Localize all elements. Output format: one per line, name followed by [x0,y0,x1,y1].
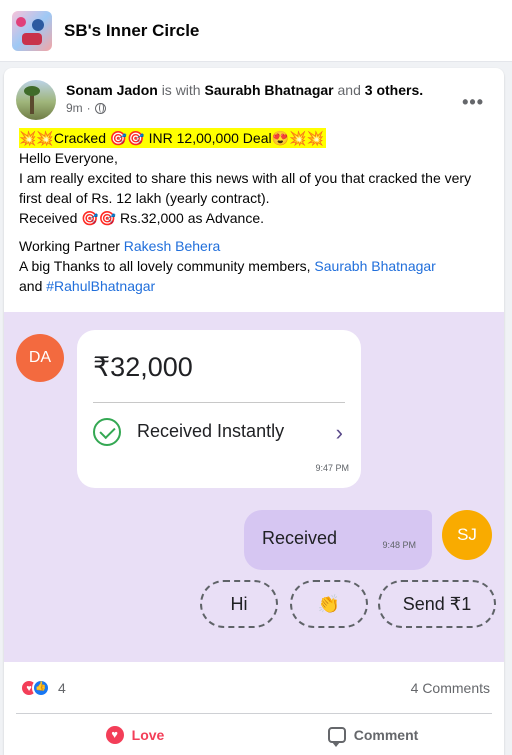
like-reaction-icon[interactable] [32,679,50,697]
reply-time: 9:48 PM [382,540,416,550]
group-header: SB's Inner Circle [0,0,512,62]
check-circle-icon [93,418,121,446]
post-image[interactable]: DA ₹32,000 Received Instantly › 9:47 PM … [4,312,504,662]
author-avatar[interactable] [16,80,56,120]
comment-icon [327,726,346,747]
chevron-right-icon: › [335,420,343,445]
quick-reply-chip: 👏 [290,580,368,628]
is-with-text: is with [161,82,201,98]
post-line-hashtag: and #RahulBhatnagar [19,278,156,294]
reaction-count[interactable]: 4 [58,680,66,696]
post-line-news: I am really excited to share this news w… [19,170,472,206]
post-header: Sonam Jadon is with Saurabh Bhatnagar an… [16,80,423,120]
globe-icon [94,102,106,114]
quick-reply-chip: Send ₹1 [378,580,496,628]
reply-text: Received [262,528,338,548]
group-avatar[interactable] [12,10,52,51]
hashtag-link[interactable]: #RahulBhatnagar [46,278,155,294]
partner-link[interactable]: Rakesh Behera [124,238,221,254]
group-name[interactable]: SB's Inner Circle [64,21,199,41]
tagged-user[interactable]: Saurabh Bhatnagar [204,82,333,98]
comment-button[interactable]: Comment [254,714,492,755]
comment-label: Comment [353,726,419,743]
action-bar: ♥ Love Comment [16,713,492,755]
payment-status: Received Instantly [137,421,285,441]
more-options-button[interactable]: ••• [462,92,484,113]
post-headline: 💥💥Cracked 🎯🎯 INR 12,00,000 Deal😍💥💥 [19,128,326,148]
and-text: and [337,82,361,98]
me-avatar: SJ [442,510,492,560]
reactions-bar: ♥ 4 4 Comments [20,674,490,702]
sender-avatar: DA [16,334,64,382]
post-line-partner: Working Partner Rakesh Behera [19,238,221,254]
payment-time: 9:47 PM [315,463,349,473]
love-button[interactable]: ♥ Love [16,714,254,755]
post-line-thanks: A big Thanks to all lovely community mem… [19,258,436,274]
reply-bubble: Received 9:48 PM [244,510,432,570]
payment-amount: ₹32,000 [93,352,193,382]
quick-reply-chip: Hi [200,580,278,628]
post-time[interactable]: 9m [66,101,83,115]
post-author-line: Sonam Jadon is with Saurabh Bhatnagar an… [66,80,423,100]
thanks-user-link[interactable]: Saurabh Bhatnagar [314,258,435,274]
post-body: 💥💥Cracked 🎯🎯 INR 12,00,000 Deal😍💥💥 Hello… [19,128,489,296]
author-name[interactable]: Sonam Jadon [66,82,158,98]
heart-icon: ♥ [105,725,124,744]
love-label: Love [131,726,165,743]
post-card: Sonam Jadon is with Saurabh Bhatnagar an… [4,68,504,755]
post-meta: 9m · [66,101,423,115]
others-link[interactable]: 3 others. [365,82,423,98]
post-line-advance: Received 🎯🎯 Rs.32,000 as Advance. [19,210,264,226]
divider [93,402,345,403]
payment-card: ₹32,000 Received Instantly › 9:47 PM [77,330,361,488]
post-line-greeting: Hello Everyone, [19,150,118,166]
comments-count[interactable]: 4 Comments [411,680,490,696]
